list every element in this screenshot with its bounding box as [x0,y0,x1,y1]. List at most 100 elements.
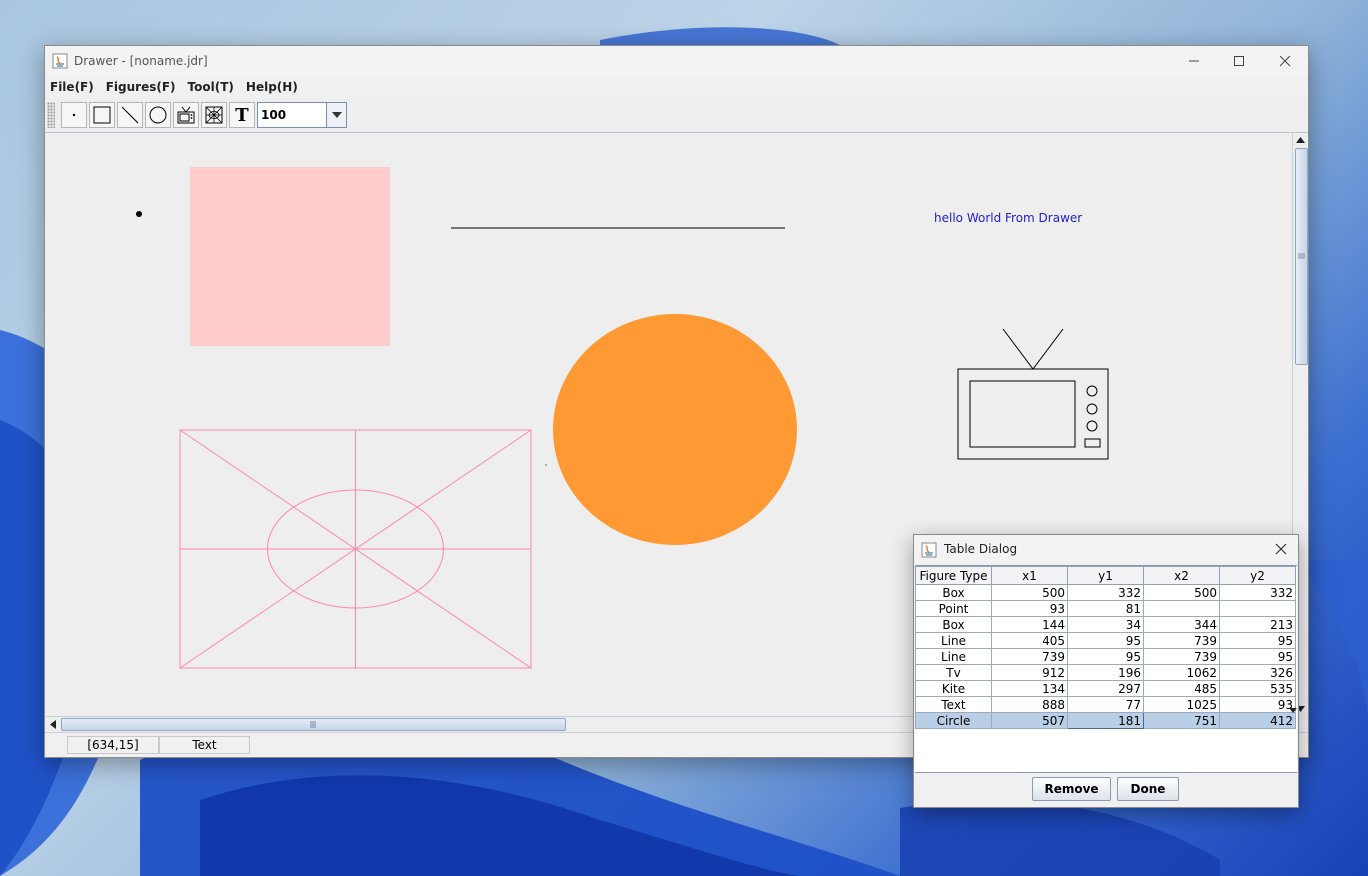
scroll-left-icon[interactable] [46,717,61,732]
table-cell-value[interactable]: 95 [1219,648,1296,665]
table-cell-value[interactable]: 93 [991,600,1068,617]
table-cell-value[interactable]: 1025 [1143,696,1220,713]
close-button[interactable] [1262,46,1308,76]
table-cell-value[interactable]: 535 [1219,680,1296,697]
table-row[interactable]: Circle 507 181 751 412 [915,712,1296,729]
table-cell-value[interactable]: 93 [1219,696,1296,713]
table-cell-value[interactable]: 405 [991,632,1068,649]
table-cell-value[interactable]: 751 [1143,712,1220,729]
java-app-icon [52,53,68,69]
table-cell-value[interactable]: 213 [1219,616,1296,633]
table-cell-value[interactable]: 412 [1219,712,1296,729]
line-tool-icon [121,106,139,124]
table-cell-value[interactable]: 912 [991,664,1068,681]
table-cell-value[interactable]: 739 [1143,648,1220,665]
scroll-up-icon[interactable] [1293,133,1308,148]
table-row[interactable]: Line 739 95 739 95 [915,648,1296,665]
title-bar[interactable]: Drawer - [noname.jdr] [45,46,1308,76]
toolbar-grip-handle[interactable] [47,102,55,128]
table-cell-value[interactable] [1143,600,1220,617]
minimize-button[interactable] [1171,46,1217,76]
dialog-close-button[interactable] [1270,538,1292,560]
menu-file[interactable]: File(F) [45,80,100,94]
table-cell-type[interactable]: Kite [915,680,992,697]
text-tool-button[interactable]: T [229,102,255,128]
table-cell-value[interactable]: 739 [1143,632,1220,649]
menu-help[interactable]: Help(H) [240,80,304,94]
zoom-dropdown-button[interactable] [326,103,346,127]
table-cell-value[interactable]: 332 [1219,584,1296,601]
horizontal-scroll-thumb[interactable] [61,718,566,731]
column-header-y1[interactable]: y1 [1067,566,1144,585]
table-cell-value[interactable]: 326 [1219,664,1296,681]
table-cell-value[interactable]: 181 [1067,712,1144,729]
point-figure[interactable] [136,211,142,217]
figure-table[interactable]: Figure Type x1 y1 x2 y2 Box 500 332 500 332 P… [915,566,1296,729]
column-header-type[interactable]: Figure Type [915,566,992,585]
kite-tool-button[interactable] [201,102,227,128]
scroll-down-icon[interactable] [1289,706,1297,714]
table-row[interactable]: Box 500 332 500 332 [915,584,1296,601]
circle-tool-icon [149,106,167,124]
table-row[interactable]: Kite 134 297 485 535 [915,680,1296,697]
line-tool-button[interactable] [117,102,143,128]
box-figure[interactable] [190,167,390,346]
table-cell-value[interactable]: 485 [1143,680,1220,697]
table-row[interactable]: Point 93 81 [915,600,1296,617]
table-cell-value[interactable]: 77 [1067,696,1144,713]
table-row[interactable]: Box 144 34 344 213 [915,616,1296,633]
menu-figures[interactable]: Figures(F) [100,80,182,94]
table-cell-type[interactable]: Line [915,632,992,649]
menu-tool[interactable]: Tool(T) [182,80,240,94]
kite-figure[interactable] [179,429,532,669]
table-cell-value[interactable]: 196 [1067,664,1144,681]
table-cell-value[interactable]: 507 [991,712,1068,729]
table-cell-type[interactable]: Tv [915,664,992,681]
table-cell-value[interactable]: 34 [1067,616,1144,633]
table-row[interactable]: Line 405 95 739 95 [915,632,1296,649]
table-cell-value[interactable]: 344 [1143,616,1220,633]
table-cell-value[interactable]: 1062 [1143,664,1220,681]
dialog-title-bar[interactable]: Table Dialog [914,535,1298,563]
table-cell-type[interactable]: Box [915,616,992,633]
table-cell-value[interactable]: 332 [1067,584,1144,601]
tv-figure[interactable] [957,328,1109,460]
table-cell-value[interactable]: 95 [1219,632,1296,649]
table-cell-value[interactable]: 95 [1067,632,1144,649]
table-cell-value[interactable]: 144 [991,616,1068,633]
maximize-button[interactable] [1216,46,1262,76]
box-tool-button[interactable] [89,102,115,128]
circle-tool-button[interactable] [145,102,171,128]
table-cell-value[interactable]: 739 [991,648,1068,665]
remove-button[interactable]: Remove [1032,777,1111,801]
circle-figure[interactable] [553,314,797,545]
vertical-scroll-thumb[interactable] [1295,148,1308,365]
table-cell-type[interactable]: Box [915,584,992,601]
chevron-down-icon [331,112,342,118]
done-button[interactable]: Done [1117,777,1179,801]
table-cell-type[interactable]: Line [915,648,992,665]
text-tool-icon: T [235,104,249,126]
table-cell-value[interactable]: 95 [1067,648,1144,665]
column-header-y2[interactable]: y2 [1219,566,1296,585]
point-tool-button[interactable] [61,102,87,128]
column-header-x1[interactable]: x1 [991,566,1068,585]
text-figure[interactable]: hello World From Drawer [934,211,1082,225]
table-cell-value[interactable] [1219,600,1296,617]
tv-tool-button[interactable] [173,102,199,128]
toolbar: T 100 [45,98,1308,133]
table-cell-value[interactable]: 500 [1143,584,1220,601]
table-row[interactable]: Text 888 77 1025 93 [915,696,1296,713]
table-row[interactable]: Tv 912 196 1062 326 [915,664,1296,681]
table-cell-type[interactable]: Text [915,696,992,713]
maximize-icon [1234,56,1244,66]
table-cell-type[interactable]: Circle [915,712,992,729]
zoom-combo[interactable]: 100 [257,102,347,128]
table-cell-value[interactable]: 500 [991,584,1068,601]
column-header-x2[interactable]: x2 [1143,566,1220,585]
table-cell-value[interactable]: 134 [991,680,1068,697]
table-cell-value[interactable]: 888 [991,696,1068,713]
table-cell-type[interactable]: Point [915,600,992,617]
table-cell-value[interactable]: 297 [1067,680,1144,697]
table-cell-value[interactable]: 81 [1067,600,1144,617]
